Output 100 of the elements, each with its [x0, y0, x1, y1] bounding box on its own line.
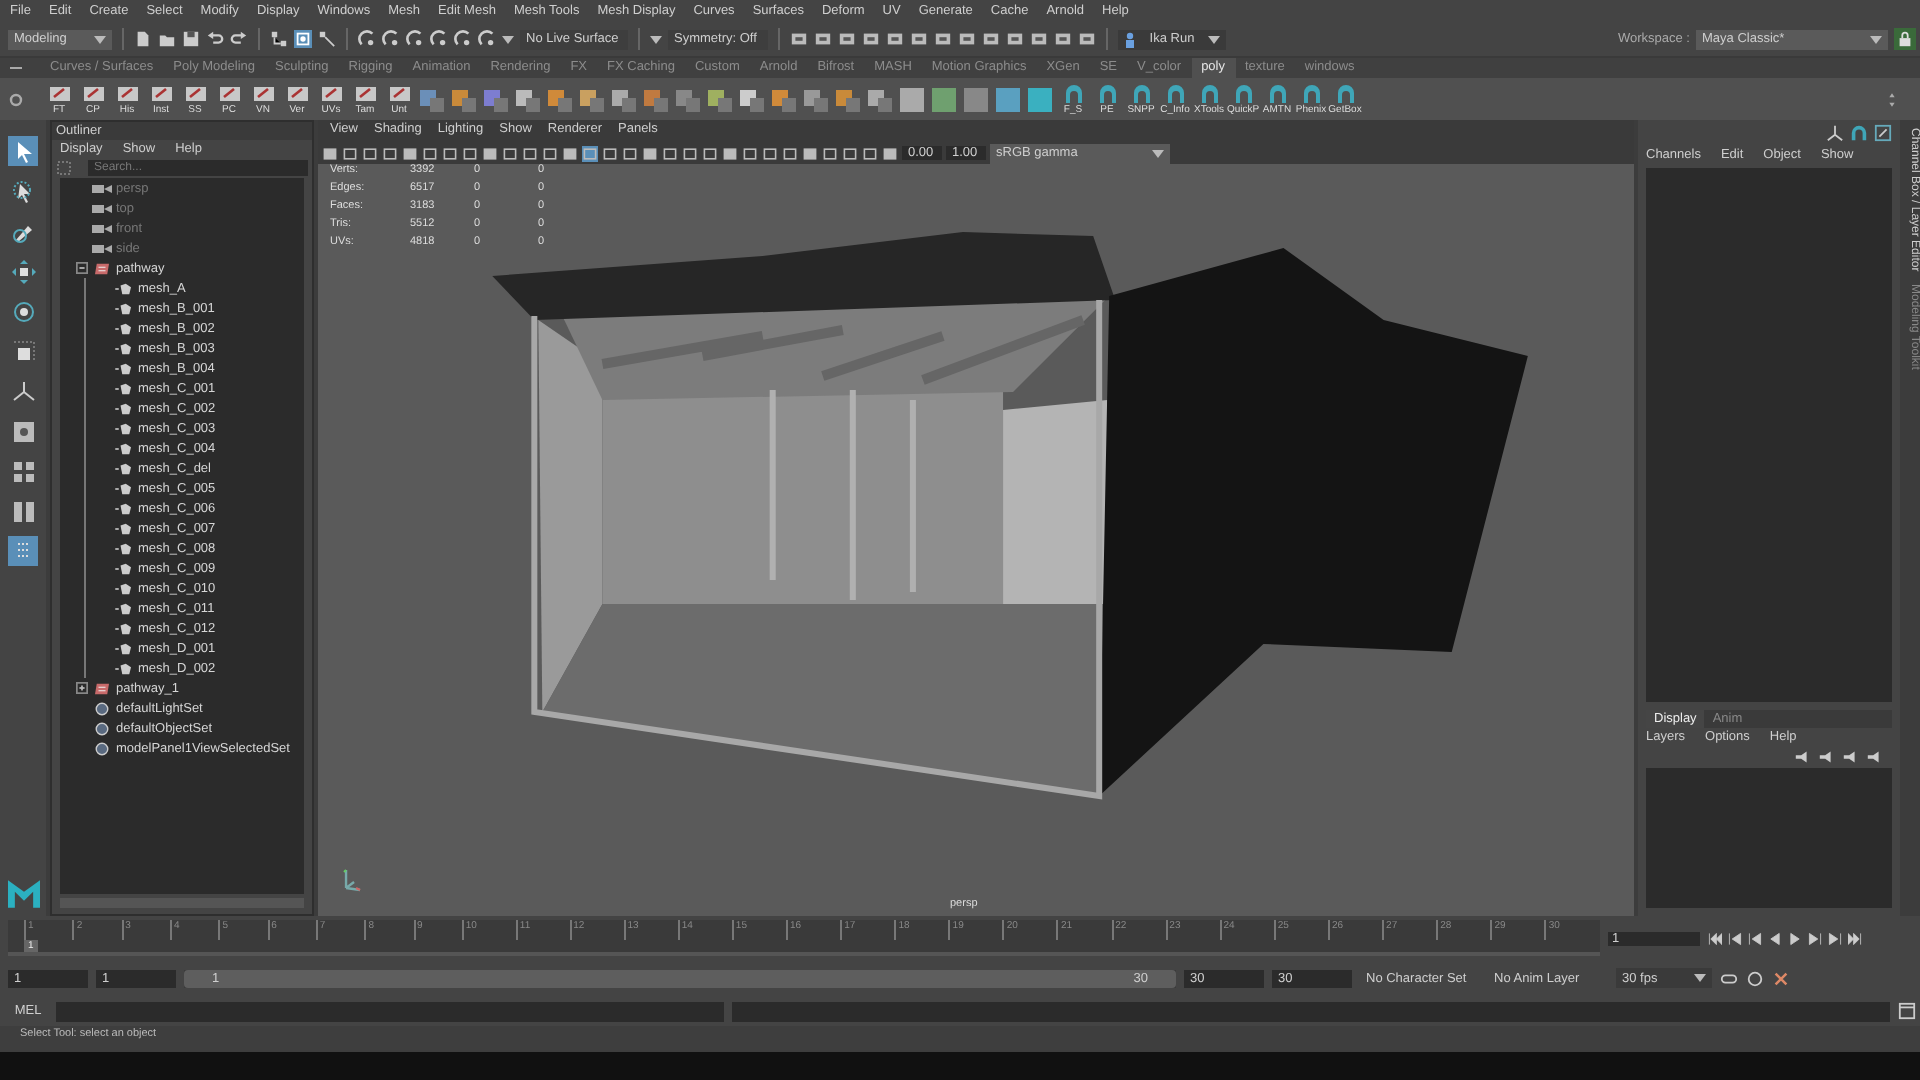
axis-icon[interactable] [1826, 124, 1844, 142]
playback-icon[interactable] [1848, 931, 1862, 945]
mesh-icon [114, 321, 134, 335]
edit-icon[interactable] [1874, 124, 1892, 142]
magnet-icon[interactable] [406, 30, 424, 48]
pencil-icon [387, 83, 411, 103]
component-icon[interactable] [318, 30, 336, 48]
magnet-icon[interactable] [430, 30, 448, 48]
collapse-icon[interactable] [76, 262, 88, 274]
mesh-icon [114, 541, 134, 555]
tool-icon[interactable] [834, 85, 862, 113]
quad-tool-icon[interactable] [8, 456, 38, 486]
mesh-icon [114, 601, 134, 615]
group-icon [92, 261, 112, 275]
camera-icon [92, 241, 112, 255]
pencil-icon [353, 83, 377, 103]
magnet-icon[interactable] [454, 30, 472, 48]
pencil-icon [251, 83, 275, 103]
settings-icon[interactable] [8, 91, 24, 107]
script-editor-icon[interactable] [1898, 1002, 1916, 1020]
mesh-icon [114, 481, 134, 495]
mesh-icon [114, 561, 134, 575]
pencil-icon [81, 83, 105, 103]
command-input-field[interactable] [56, 1001, 724, 1021]
arch-icon [1129, 83, 1153, 103]
mesh-icon [114, 401, 134, 415]
mesh-icon [114, 661, 134, 675]
mesh-icon [114, 301, 134, 315]
arch-icon [1333, 83, 1357, 103]
axis-gizmo-icon [343, 868, 362, 892]
tool-icon[interactable] [802, 85, 830, 113]
tool-icon[interactable] [1026, 85, 1054, 113]
loop-icon[interactable] [1720, 969, 1738, 987]
new-file-icon[interactable] [134, 30, 152, 48]
dropdown-arrow-icon [1208, 35, 1220, 43]
camera-icon [92, 221, 112, 235]
tool-icon[interactable] [994, 85, 1022, 113]
move-tool-icon[interactable] [8, 256, 38, 286]
expand-icon[interactable] [76, 682, 88, 694]
mesh-icon [114, 461, 134, 475]
key-icon[interactable] [1772, 969, 1790, 987]
tool-icon[interactable] [706, 85, 734, 113]
arch-icon [1061, 83, 1085, 103]
person-icon [1124, 31, 1136, 47]
tool-icon[interactable] [738, 85, 766, 113]
arch-icon [1163, 83, 1187, 103]
mesh-icon [114, 501, 134, 515]
pencil-icon [319, 83, 343, 103]
scroll-arrows-icon[interactable] [1884, 91, 1900, 107]
camera-icon [92, 181, 112, 195]
outliner-tool-icon[interactable] [8, 536, 38, 566]
tool-icon[interactable] [770, 85, 798, 113]
playback-icon[interactable] [1828, 931, 1842, 945]
undo-icon[interactable] [206, 30, 224, 48]
mesh-icon [114, 361, 134, 375]
magnet-icon[interactable] [478, 30, 496, 48]
tool-icon[interactable] [578, 85, 606, 113]
scale-tool-icon[interactable] [8, 336, 38, 366]
tool-icon[interactable] [898, 85, 926, 113]
arch-icon [1095, 83, 1119, 103]
dropdown-arrow-icon [94, 35, 106, 43]
dropdown-arrow-icon [502, 35, 514, 43]
tool-icon[interactable] [866, 85, 894, 113]
tool-icon[interactable] [514, 85, 542, 113]
arch-icon [1231, 83, 1255, 103]
axis-tool-icon[interactable] [8, 376, 38, 406]
save-icon[interactable] [182, 30, 200, 48]
hierarchy-icon[interactable] [270, 30, 288, 48]
pencil-icon [285, 83, 309, 103]
select-tool-icon[interactable] [8, 136, 38, 166]
mesh-icon [114, 421, 134, 435]
redo-icon[interactable] [230, 30, 248, 48]
refresh-icon[interactable] [1746, 969, 1764, 987]
tool-icon[interactable] [930, 85, 958, 113]
playback-icon[interactable] [1748, 931, 1762, 945]
pencil-icon [149, 83, 173, 103]
tool-icon[interactable] [450, 85, 478, 113]
tool-icon[interactable] [1850, 124, 1868, 142]
tool-icon[interactable] [610, 85, 638, 113]
dropdown-arrow-icon [1694, 974, 1706, 982]
mesh-icon [114, 641, 134, 655]
magnet-icon[interactable] [382, 30, 400, 48]
single-tool-icon[interactable] [8, 416, 38, 446]
playback-icon[interactable] [1728, 931, 1742, 945]
arch-icon [1265, 83, 1289, 103]
arch-icon [1197, 83, 1221, 103]
lock-icon[interactable] [1894, 28, 1916, 50]
pencil-icon [183, 83, 207, 103]
app-logo-icon [7, 880, 39, 912]
split-tool-icon[interactable] [8, 496, 38, 526]
object-mode-icon[interactable] [294, 30, 312, 48]
dropdown-arrow-icon [1152, 149, 1164, 157]
magnet-icon[interactable] [358, 30, 376, 48]
folder-icon[interactable] [158, 30, 176, 48]
playback-icon[interactable] [1708, 931, 1722, 945]
pencil-icon [217, 83, 241, 103]
mesh-icon [114, 621, 134, 635]
tool-icon[interactable] [546, 85, 574, 113]
rotate-tool-icon[interactable] [8, 296, 38, 326]
playback-icon[interactable] [1808, 931, 1822, 945]
